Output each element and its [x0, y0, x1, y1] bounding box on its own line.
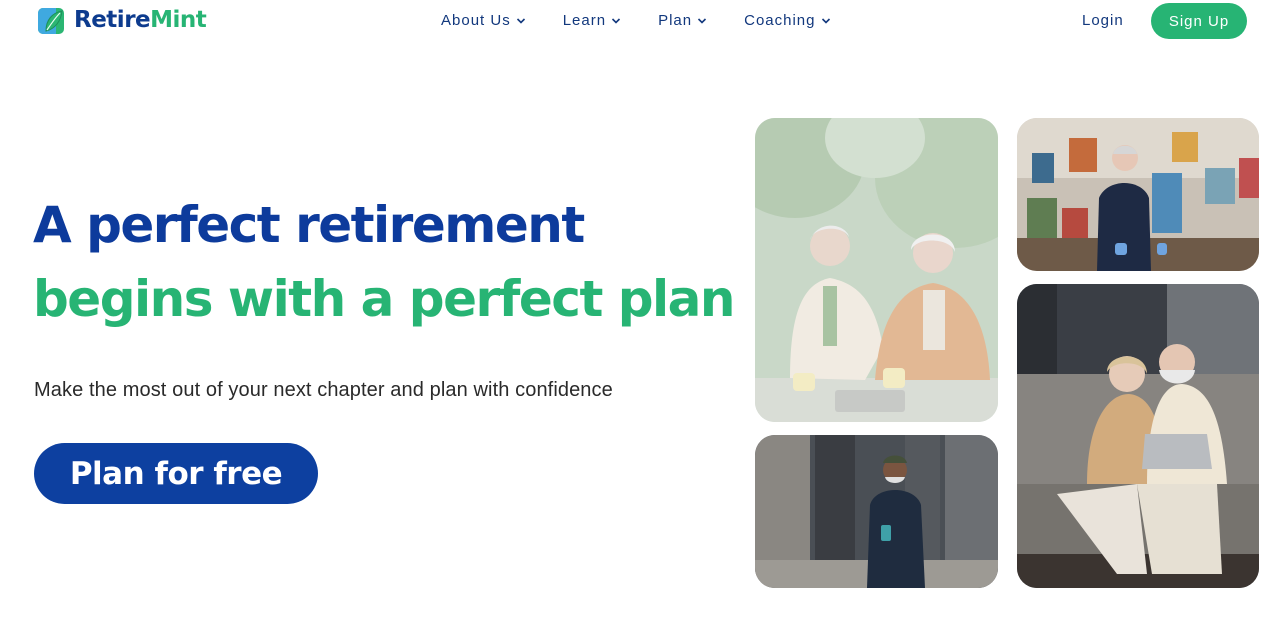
hero-headline-line1: A perfect retirement	[33, 196, 585, 254]
chevron-down-icon	[821, 17, 830, 24]
nav-plan[interactable]: Plan	[658, 12, 707, 29]
photo-painter-studio	[1017, 118, 1259, 271]
brand-logo[interactable]: RetireMint	[38, 6, 207, 34]
brand-name-part1: Retire	[74, 7, 151, 33]
main-nav: About Us Learn Plan Coaching	[441, 12, 831, 29]
signup-button[interactable]: Sign Up	[1151, 3, 1247, 39]
nav-coaching-label: Coaching	[744, 12, 816, 29]
plan-for-free-button[interactable]: Plan for free	[34, 443, 318, 504]
nav-plan-label: Plan	[658, 12, 693, 29]
chevron-down-icon	[612, 17, 621, 24]
nav-about-us[interactable]: About Us	[441, 12, 526, 29]
chevron-down-icon	[516, 17, 525, 24]
nav-coaching[interactable]: Coaching	[744, 12, 830, 29]
photo-couple-coffee	[755, 118, 998, 422]
login-link[interactable]: Login	[1082, 12, 1124, 29]
chevron-down-icon	[698, 17, 707, 24]
nav-learn[interactable]: Learn	[563, 12, 621, 29]
photo-man-walking	[755, 435, 998, 588]
hero-headline-line2: begins with a perfect plan	[33, 270, 736, 328]
brand-name-part2: Mint	[150, 7, 207, 33]
leaf-logo-icon	[38, 6, 66, 34]
nav-about-us-label: About Us	[441, 12, 511, 29]
site-header: RetireMint About Us Learn Plan Coaching …	[0, 0, 1280, 42]
nav-learn-label: Learn	[562, 12, 607, 29]
hero-subtitle: Make the most out of your next chapter a…	[34, 379, 613, 401]
photo-couple-laptop	[1017, 284, 1259, 588]
brand-name: RetireMint	[74, 7, 207, 33]
